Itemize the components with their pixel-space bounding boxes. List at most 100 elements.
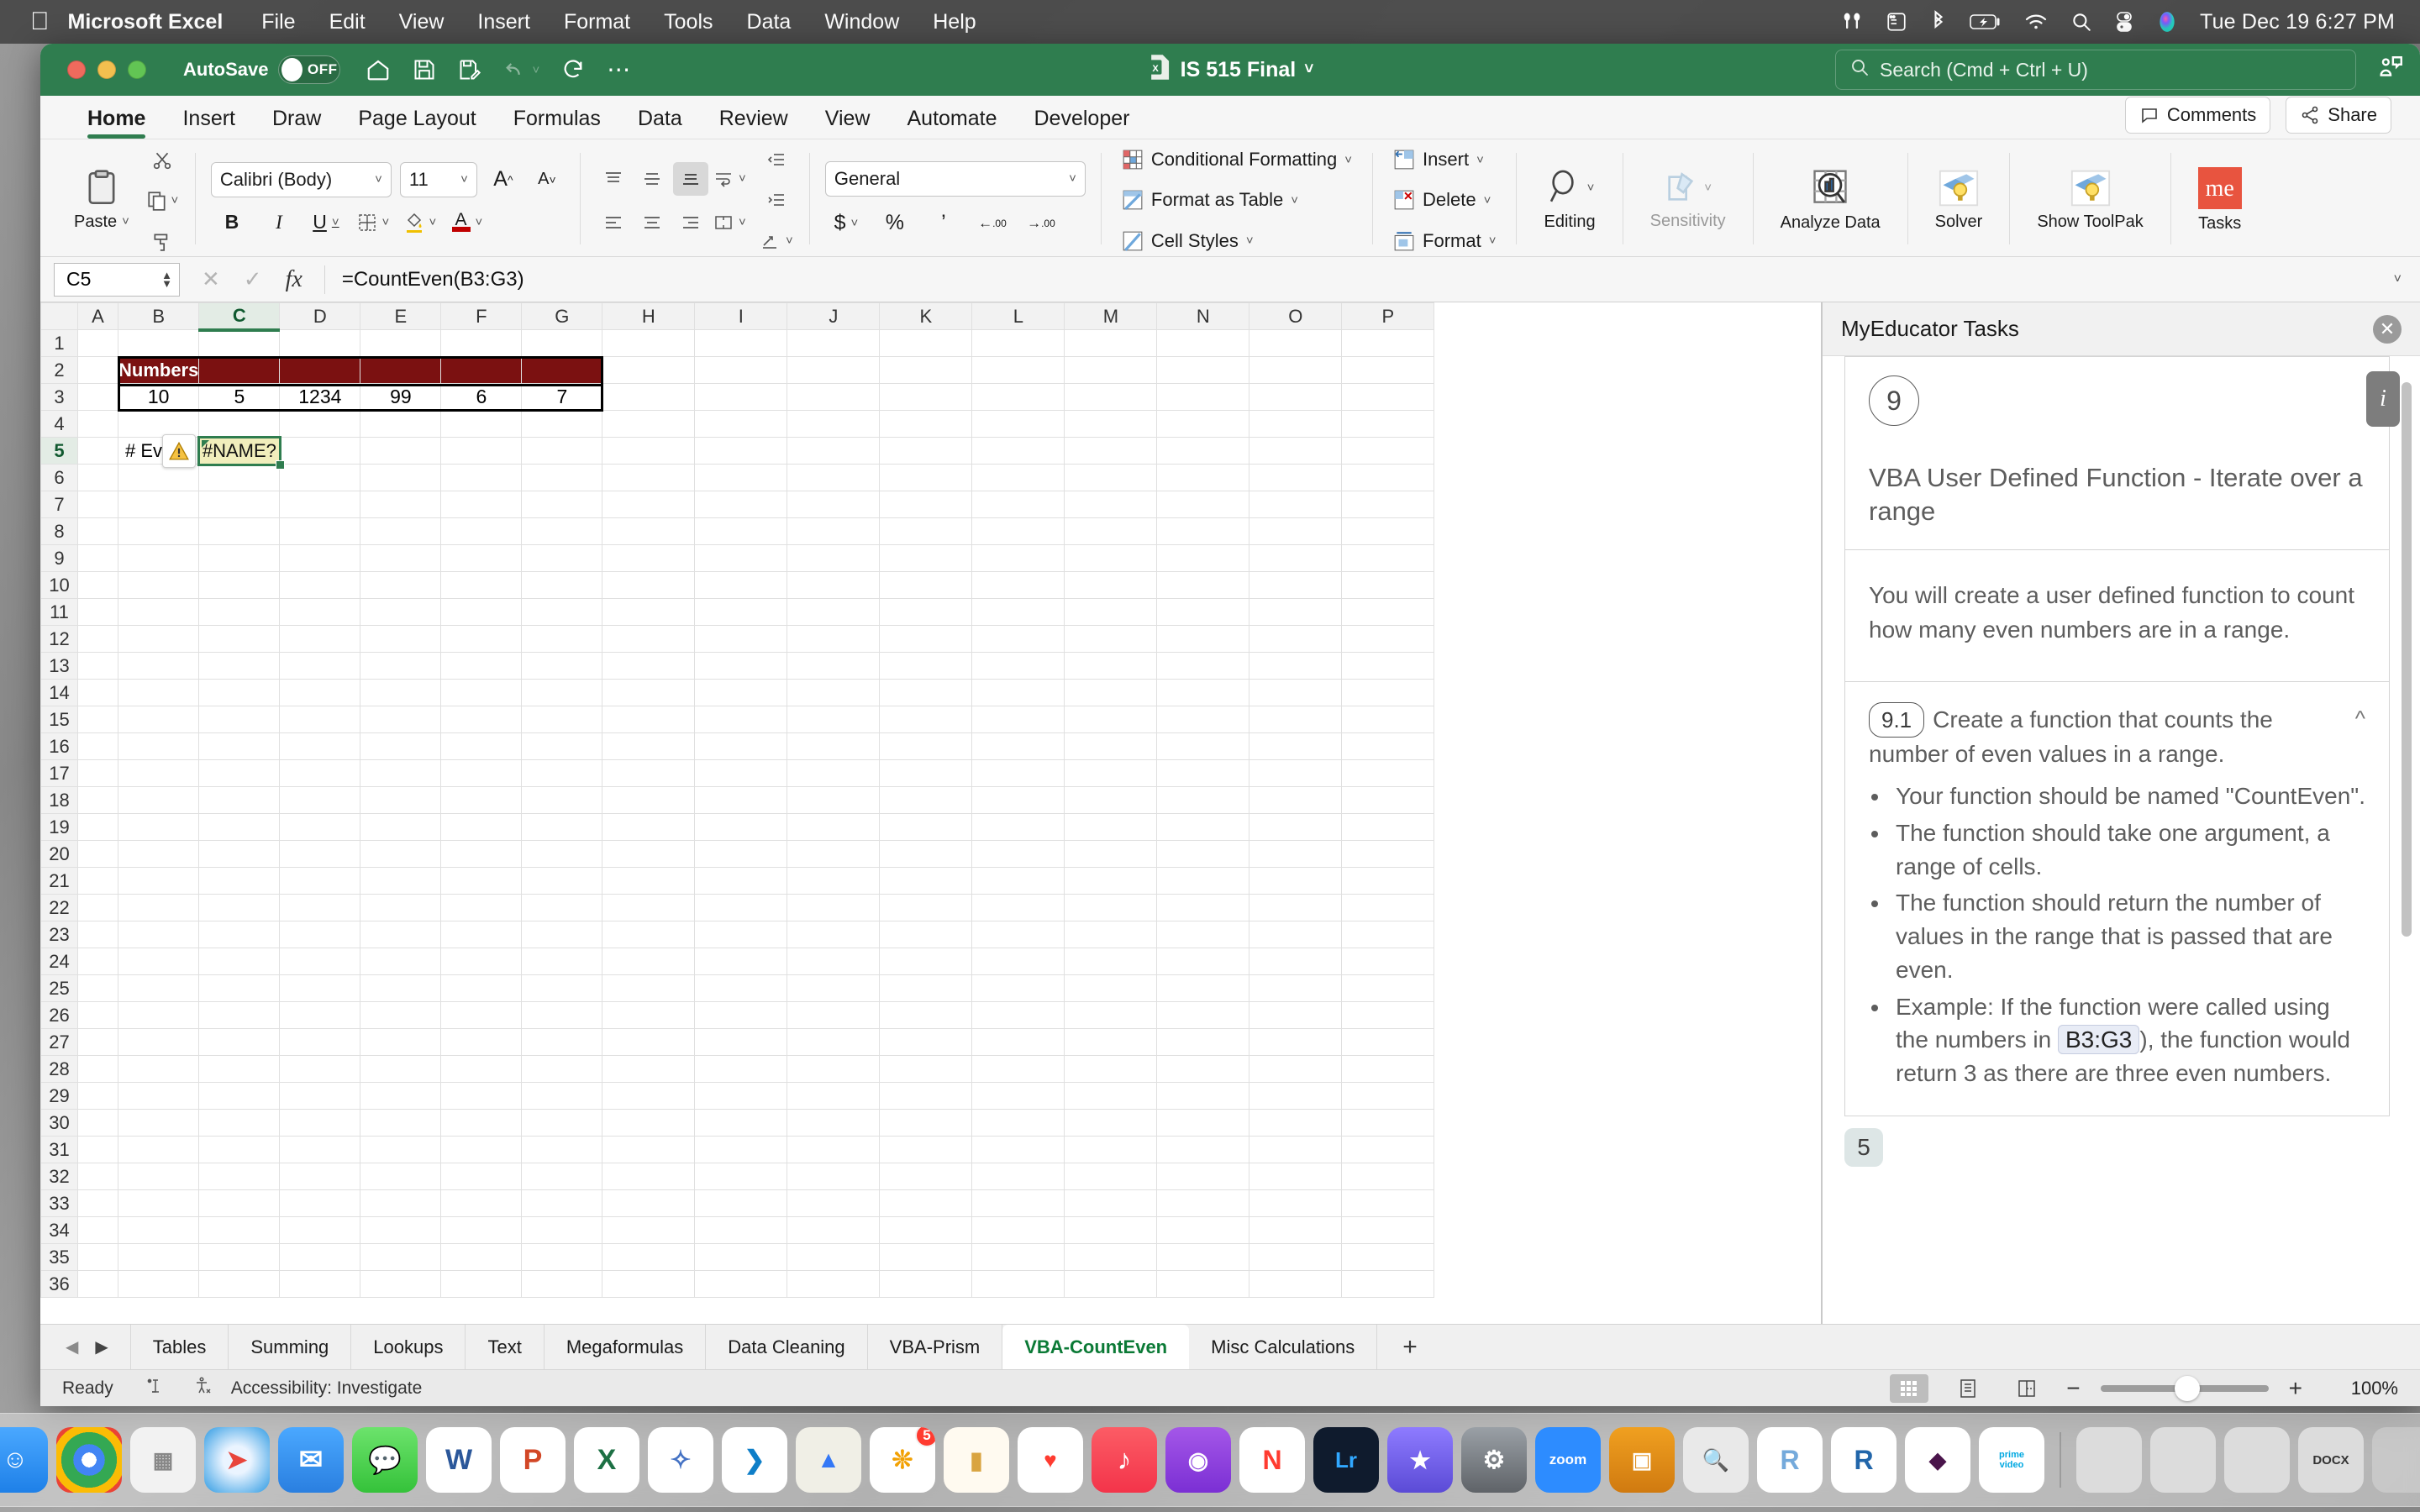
cell-G9[interactable] bbox=[521, 544, 603, 572]
cell-E29[interactable] bbox=[360, 1082, 442, 1110]
cell-J13[interactable] bbox=[786, 652, 881, 680]
cell-J31[interactable] bbox=[786, 1136, 881, 1163]
cell-K13[interactable] bbox=[879, 652, 973, 680]
cell-N6[interactable] bbox=[1156, 464, 1250, 491]
cell-H21[interactable] bbox=[602, 867, 696, 895]
next-task-badge[interactable]: 5 bbox=[1844, 1127, 1883, 1167]
cell-H17[interactable] bbox=[602, 759, 696, 787]
cell-styles-button[interactable]: Cell Styles ˅ bbox=[1117, 226, 1259, 256]
spreadsheet-grid[interactable]: A B C D E F G H I J K L M N O P 1 2 Numbers 3 10 5 1234 99 6 7 4 5 #… bbox=[40, 302, 1822, 1326]
cell-M30[interactable] bbox=[1064, 1109, 1158, 1137]
cell-I29[interactable] bbox=[694, 1082, 788, 1110]
zoom-icon[interactable]: zoom bbox=[1535, 1427, 1601, 1493]
decrease-decimal-icon[interactable]: ← .00 bbox=[975, 207, 1010, 240]
cell-H13[interactable] bbox=[602, 652, 696, 680]
cell-D31[interactable] bbox=[279, 1136, 361, 1163]
cell-E8[interactable] bbox=[360, 517, 442, 545]
row-header-10[interactable]: 10 bbox=[40, 571, 78, 599]
menu-item-data[interactable]: Data bbox=[730, 10, 808, 34]
task-pane-scrollbar[interactable] bbox=[2402, 363, 2412, 1319]
cell-E32[interactable] bbox=[360, 1163, 442, 1190]
column-header-C[interactable]: C bbox=[198, 302, 281, 332]
text-orientation-icon[interactable]: ˅ bbox=[759, 226, 794, 256]
page-layout-view-icon[interactable] bbox=[1949, 1374, 1987, 1403]
cell-N7[interactable] bbox=[1156, 491, 1250, 518]
cell-B22[interactable] bbox=[117, 894, 200, 921]
cell-A36[interactable] bbox=[77, 1270, 118, 1298]
cell-O34[interactable] bbox=[1249, 1216, 1343, 1244]
cell-N27[interactable] bbox=[1156, 1028, 1250, 1056]
cell-N26[interactable] bbox=[1156, 1001, 1250, 1029]
cell-O5[interactable] bbox=[1249, 437, 1343, 465]
row-header-5[interactable]: 5 bbox=[40, 437, 78, 465]
cell-F22[interactable] bbox=[440, 894, 523, 921]
cell-N23[interactable] bbox=[1156, 921, 1250, 948]
cell-F25[interactable] bbox=[440, 974, 523, 1002]
cell-I23[interactable] bbox=[694, 921, 788, 948]
cell-L15[interactable] bbox=[971, 706, 1065, 733]
cell-M36[interactable] bbox=[1064, 1270, 1158, 1298]
cell-P8[interactable] bbox=[1341, 517, 1435, 545]
cell-L33[interactable] bbox=[971, 1189, 1065, 1217]
cell-D20[interactable] bbox=[279, 840, 361, 868]
cell-P13[interactable] bbox=[1341, 652, 1435, 680]
cell-M22[interactable] bbox=[1064, 894, 1158, 921]
cell-A19[interactable] bbox=[77, 813, 118, 841]
cell-F31[interactable] bbox=[440, 1136, 523, 1163]
cell-K5[interactable] bbox=[879, 437, 973, 465]
cell-A31[interactable] bbox=[77, 1136, 118, 1163]
cell-O26[interactable] bbox=[1249, 1001, 1343, 1029]
cell-J10[interactable] bbox=[786, 571, 881, 599]
cell-F20[interactable] bbox=[440, 840, 523, 868]
cell-F14[interactable] bbox=[440, 679, 523, 706]
cell-O35[interactable] bbox=[1249, 1243, 1343, 1271]
cell-O24[interactable] bbox=[1249, 948, 1343, 975]
cell-I21[interactable] bbox=[694, 867, 788, 895]
increase-indent-icon[interactable] bbox=[759, 185, 794, 215]
cell-M27[interactable] bbox=[1064, 1028, 1158, 1056]
me-tasks-button[interactable]: me Tasks bbox=[2186, 167, 2254, 233]
cell-D22[interactable] bbox=[279, 894, 361, 921]
cell-N15[interactable] bbox=[1156, 706, 1250, 733]
cell-H33[interactable] bbox=[602, 1189, 696, 1217]
cell-M14[interactable] bbox=[1064, 679, 1158, 706]
cell-K21[interactable] bbox=[879, 867, 973, 895]
cell-N14[interactable] bbox=[1156, 679, 1250, 706]
sensitivity-button[interactable]: ˅ Sensitivity bbox=[1639, 170, 1738, 230]
increase-font-size-icon[interactable]: A ^ bbox=[486, 163, 521, 197]
cell-D15[interactable] bbox=[279, 706, 361, 733]
cell-D8[interactable] bbox=[279, 517, 361, 545]
cell-B29[interactable] bbox=[117, 1082, 200, 1110]
cell-C36[interactable] bbox=[198, 1270, 281, 1298]
cell-N5[interactable] bbox=[1156, 437, 1250, 465]
bluetooth-icon[interactable] bbox=[1929, 10, 1948, 34]
shortcuts-icon[interactable] bbox=[1886, 11, 1907, 33]
cell-H4[interactable] bbox=[602, 410, 696, 438]
cell-L18[interactable] bbox=[971, 786, 1065, 814]
cell-J22[interactable] bbox=[786, 894, 881, 921]
screenshot-folder-icon[interactable] bbox=[2076, 1427, 2142, 1493]
docx-file-icon[interactable]: DOCX bbox=[2298, 1427, 2364, 1493]
cell-C18[interactable] bbox=[198, 786, 281, 814]
row-header-26[interactable]: 26 bbox=[40, 1001, 78, 1029]
cell-A3[interactable] bbox=[77, 383, 118, 411]
cell-C17[interactable] bbox=[198, 759, 281, 787]
row-header-7[interactable]: 7 bbox=[40, 491, 78, 518]
menu-item-tools[interactable]: Tools bbox=[647, 10, 729, 34]
cell-D13[interactable] bbox=[279, 652, 361, 680]
column-header-B[interactable]: B bbox=[117, 302, 200, 330]
cell-A25[interactable] bbox=[77, 974, 118, 1002]
name-box-spinner[interactable]: ▲ ▼ bbox=[161, 270, 172, 288]
cell-G22[interactable] bbox=[521, 894, 603, 921]
cell-E33[interactable] bbox=[360, 1189, 442, 1217]
row-header-18[interactable]: 18 bbox=[40, 786, 78, 814]
sparkles-app-icon[interactable]: ✧ bbox=[648, 1427, 713, 1493]
cell-G13[interactable] bbox=[521, 652, 603, 680]
keynote-icon[interactable]: ▣ bbox=[1609, 1427, 1675, 1493]
cell-J7[interactable] bbox=[786, 491, 881, 518]
cell-D21[interactable] bbox=[279, 867, 361, 895]
row-header-32[interactable]: 32 bbox=[40, 1163, 78, 1190]
row-header-16[interactable]: 16 bbox=[40, 732, 78, 760]
cell-A15[interactable] bbox=[77, 706, 118, 733]
cell-A18[interactable] bbox=[77, 786, 118, 814]
